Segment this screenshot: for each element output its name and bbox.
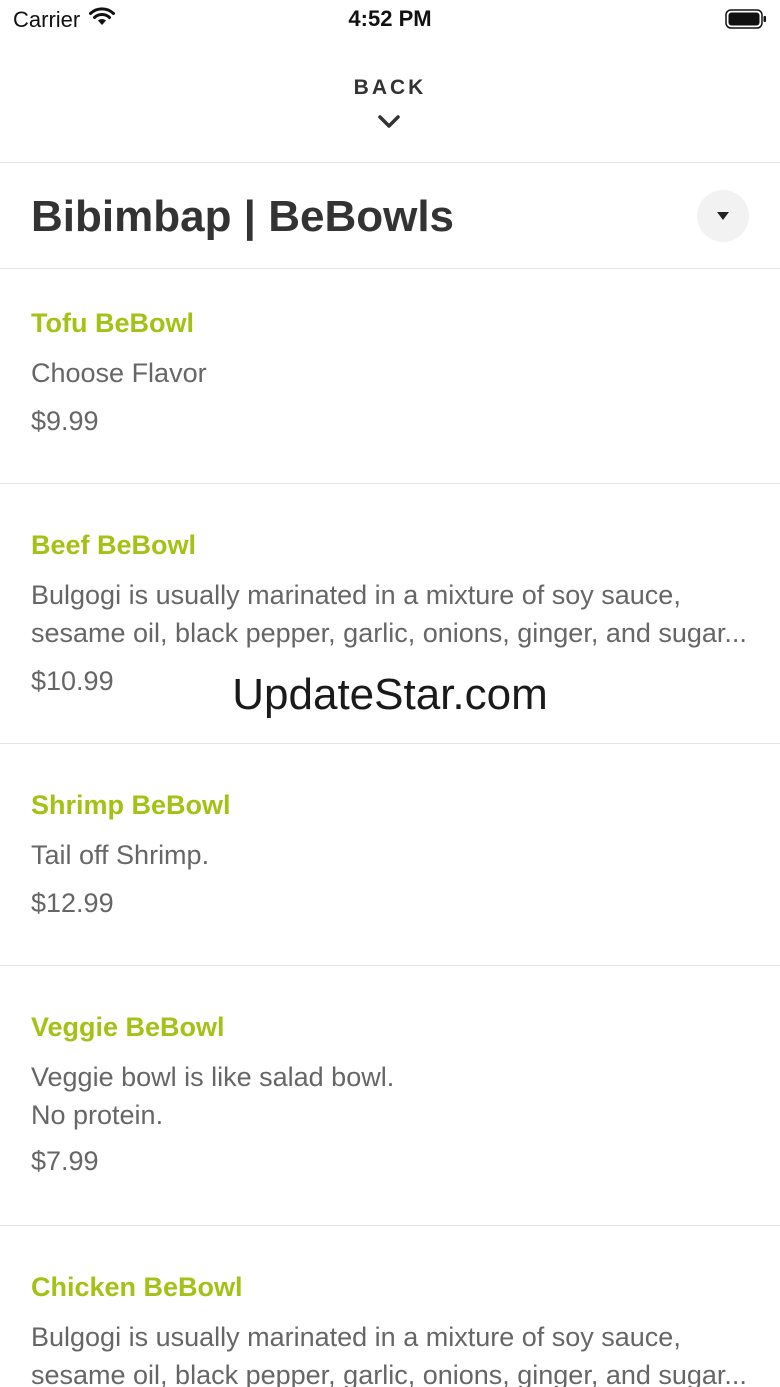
menu-item[interactable]: Tofu BeBowl Choose Flavor $9.99 (0, 270, 780, 484)
item-name: Tofu BeBowl (31, 308, 194, 338)
menu-item[interactable]: Veggie BeBowl Veggie bowl is like salad … (0, 966, 780, 1226)
item-description: Veggie bowl is like salad bowl. No prote… (31, 1062, 395, 1130)
item-description: Tail off Shrimp. (31, 840, 210, 870)
chevron-down-icon[interactable] (377, 114, 401, 130)
category-title: Bibimbap | BeBowls (31, 192, 455, 241)
item-name: Shrimp BeBowl (31, 790, 231, 820)
category-dropdown-button[interactable] (697, 190, 749, 242)
back-bar[interactable]: BACK (0, 40, 780, 163)
item-price: $9.99 (31, 406, 99, 436)
watermark: UpdateStar.com (232, 670, 548, 719)
item-description: Bulgogi is usually marinated in a mixtur… (31, 1322, 747, 1387)
item-name: Veggie BeBowl (31, 1012, 225, 1042)
item-description: Choose Flavor (31, 358, 207, 388)
item-price: $12.99 (31, 888, 114, 918)
category-header: Bibimbap | BeBowls (0, 164, 780, 269)
menu-list: Tofu BeBowl Choose Flavor $9.99 Beef BeB… (0, 270, 780, 1387)
status-bar: Carrier 4:52 PM (0, 0, 780, 40)
clock: 4:52 PM (348, 6, 432, 31)
item-description: Bulgogi is usually marinated in a mixtur… (31, 580, 747, 648)
item-price: $7.99 (31, 1146, 99, 1176)
caret-down-icon (717, 212, 729, 220)
battery-icon (725, 9, 767, 29)
menu-item[interactable]: Chicken BeBowl Bulgogi is usually marina… (0, 1226, 780, 1387)
item-name: Chicken BeBowl (31, 1272, 243, 1302)
item-name: Beef BeBowl (31, 530, 197, 560)
menu-item[interactable]: Shrimp BeBowl Tail off Shrimp. $12.99 (0, 744, 780, 966)
back-button[interactable]: BACK (0, 76, 780, 100)
